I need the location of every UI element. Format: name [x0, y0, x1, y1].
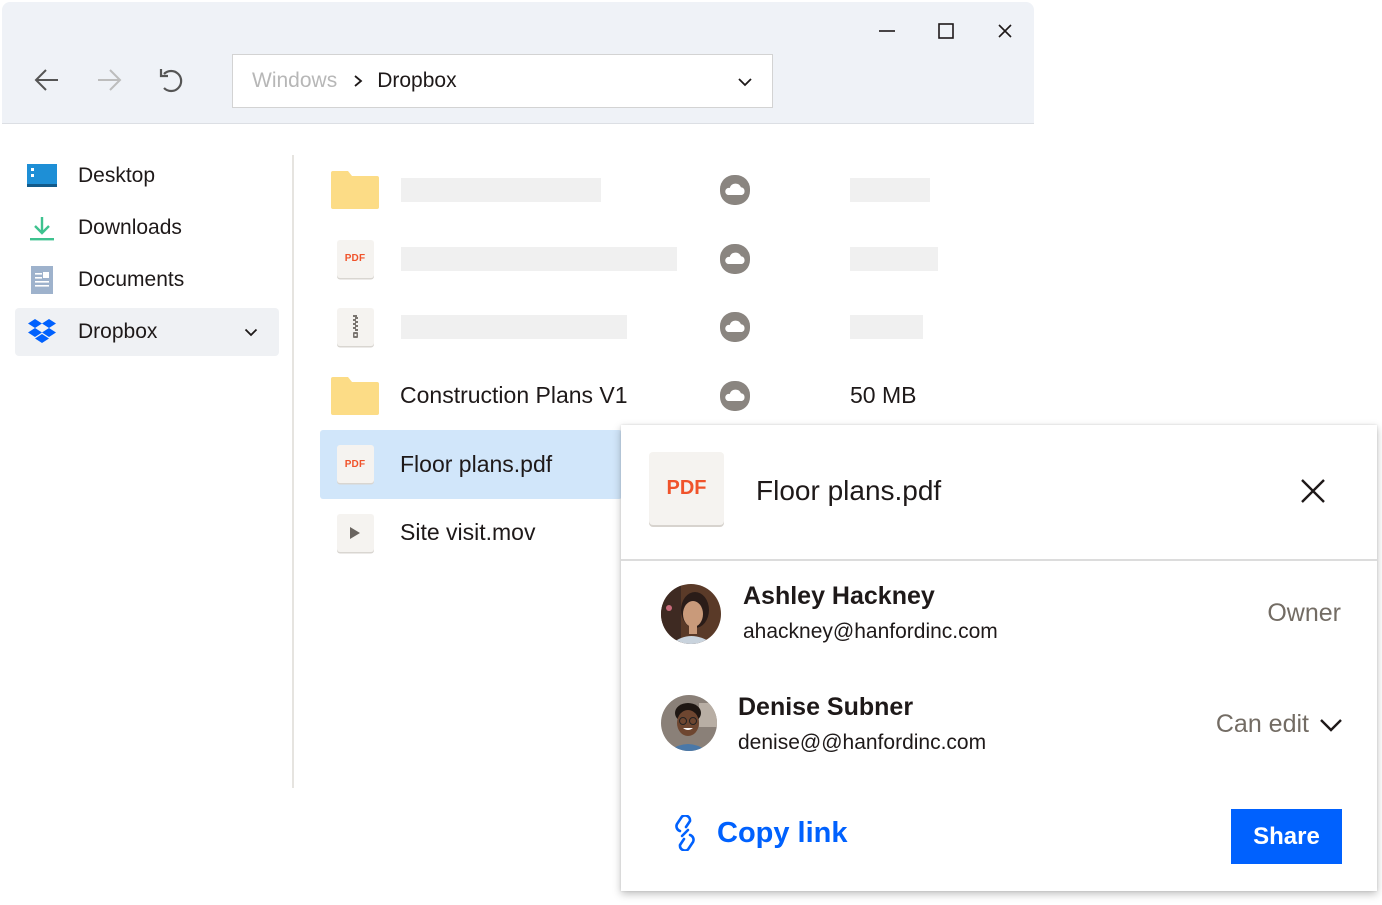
download-icon — [27, 214, 57, 242]
window-close-button[interactable] — [990, 16, 1020, 46]
pdf-file-icon: PDF — [330, 238, 380, 280]
file-size-placeholder — [850, 246, 938, 271]
breadcrumb-root[interactable]: Windows — [252, 69, 337, 93]
address-bar[interactable]: Windows Dropbox — [232, 54, 773, 108]
sidebar-item-desktop[interactable]: Desktop — [15, 152, 279, 200]
sidebar-item-label: Documents — [78, 268, 185, 291]
cloud-sync-icon — [720, 175, 750, 206]
folder-icon — [330, 375, 380, 417]
zip-file-icon — [330, 306, 380, 348]
sidebar-item-label: Dropbox — [78, 320, 158, 343]
file-size-placeholder — [850, 178, 930, 203]
sidebar: Desktop Downloads Documents Dropbox — [15, 152, 279, 360]
file-row[interactable] — [320, 293, 1020, 362]
sidebar-item-dropbox[interactable]: Dropbox — [15, 308, 279, 356]
share-panel: PDF Floor plans.pdf Ashley Hackney ahack… — [621, 425, 1377, 891]
member-row: Denise Subner denise@@hanfordinc.com Can… — [661, 693, 1351, 757]
member-row: Ashley Hackney ahackney@hanfordinc.com O… — [661, 582, 1351, 646]
chevron-down-icon — [738, 78, 752, 87]
share-button[interactable]: Share — [1231, 809, 1342, 864]
minimize-icon — [879, 30, 895, 32]
documents-icon — [27, 266, 57, 294]
file-row[interactable]: Construction Plans V1 50 MB — [320, 362, 1020, 431]
sidebar-item-label: Desktop — [78, 164, 156, 187]
file-row[interactable] — [320, 156, 1020, 225]
chevron-down-icon — [1319, 718, 1343, 732]
member-email: ahackney@hanfordinc.com — [743, 620, 998, 643]
file-row[interactable]: Site visit.mov — [320, 499, 622, 568]
file-name: Floor plans.pdf — [400, 450, 553, 477]
chevron-down-icon[interactable] — [241, 322, 261, 342]
maximize-button[interactable] — [931, 16, 961, 46]
link-icon — [671, 815, 699, 851]
close-icon — [1301, 479, 1325, 503]
cloud-sync-icon — [720, 380, 750, 411]
copy-link-label: Copy link — [717, 816, 848, 849]
sidebar-divider — [292, 155, 294, 788]
file-size: 50 MB — [850, 382, 917, 409]
file-row[interactable]: PDF — [320, 225, 1020, 294]
cloud-sync-icon — [720, 312, 750, 343]
member-role: Owner — [1267, 599, 1341, 627]
pdf-file-icon: PDF — [330, 443, 380, 485]
member-name: Denise Subner — [738, 693, 914, 721]
cloud-sync-icon — [720, 243, 750, 274]
copy-link-button[interactable]: Copy link — [671, 815, 848, 851]
file-row-selected[interactable]: PDF Floor plans.pdf — [320, 430, 622, 499]
avatar — [661, 695, 717, 751]
folder-icon — [330, 169, 380, 211]
sidebar-item-label: Downloads — [78, 216, 182, 239]
share-panel-title: Floor plans.pdf — [756, 475, 942, 506]
file-name: Site visit.mov — [400, 519, 536, 546]
refresh-icon — [159, 69, 183, 93]
breadcrumb-separator-icon — [353, 74, 363, 88]
member-name: Ashley Hackney — [743, 582, 935, 610]
minimize-button[interactable] — [872, 16, 902, 46]
pdf-file-icon: PDF — [649, 452, 724, 525]
maximize-icon — [938, 23, 954, 39]
share-panel-header: PDF Floor plans.pdf — [621, 425, 1377, 561]
share-panel-close-button[interactable] — [1295, 473, 1331, 509]
arrow-left-icon — [34, 69, 58, 91]
member-role: Can edit — [1215, 710, 1309, 738]
desktop-icon — [27, 162, 57, 190]
breadcrumb-current[interactable]: Dropbox — [377, 69, 456, 93]
window-titlebar: Windows Dropbox — [2, 2, 1034, 124]
refresh-button[interactable] — [153, 62, 189, 98]
arrow-right-icon — [98, 69, 122, 91]
back-button[interactable] — [29, 62, 65, 98]
sidebar-item-documents[interactable]: Documents — [15, 256, 279, 304]
permission-dropdown[interactable]: Can edit — [1216, 710, 1343, 739]
dropbox-icon — [27, 318, 57, 346]
forward-button[interactable] — [91, 62, 127, 98]
close-icon — [998, 24, 1012, 38]
file-name-placeholder — [401, 246, 677, 271]
member-email: denise@@hanfordinc.com — [738, 731, 987, 754]
file-name-placeholder — [401, 178, 601, 203]
video-file-icon — [330, 512, 380, 554]
file-size-placeholder — [850, 315, 923, 340]
address-dropdown-button[interactable] — [734, 71, 756, 93]
file-name: Construction Plans V1 — [400, 382, 628, 409]
avatar — [661, 584, 721, 644]
sidebar-item-downloads[interactable]: Downloads — [15, 204, 279, 252]
file-name-placeholder — [401, 315, 627, 340]
